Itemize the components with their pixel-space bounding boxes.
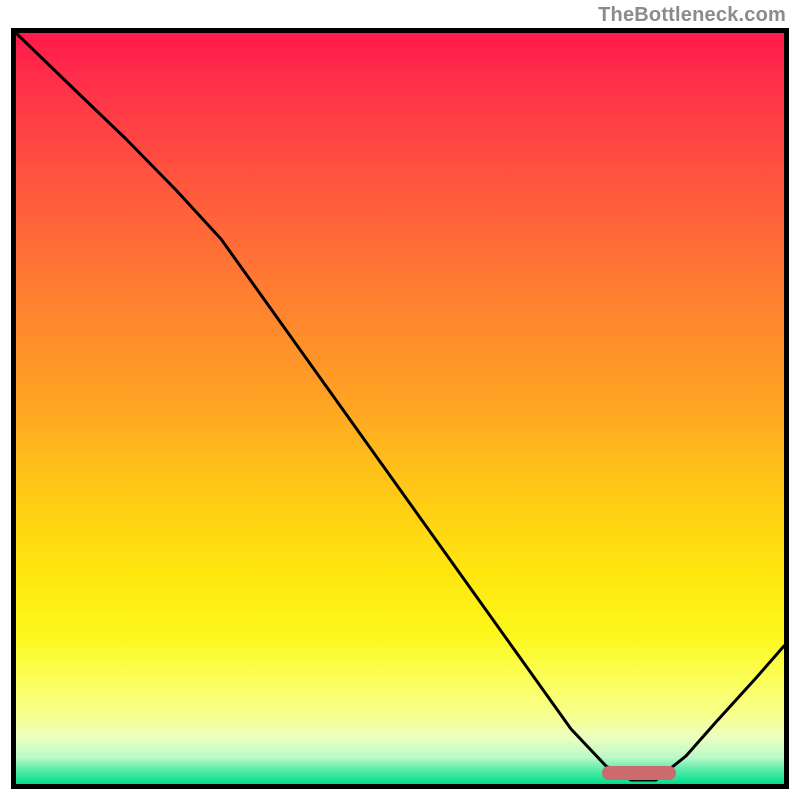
bottleneck-curve [16, 33, 784, 780]
chart-curve-svg [16, 33, 784, 784]
chart-frame [11, 28, 789, 789]
watermark-text: TheBottleneck.com [598, 4, 786, 27]
optimal-range-marker [602, 766, 676, 780]
